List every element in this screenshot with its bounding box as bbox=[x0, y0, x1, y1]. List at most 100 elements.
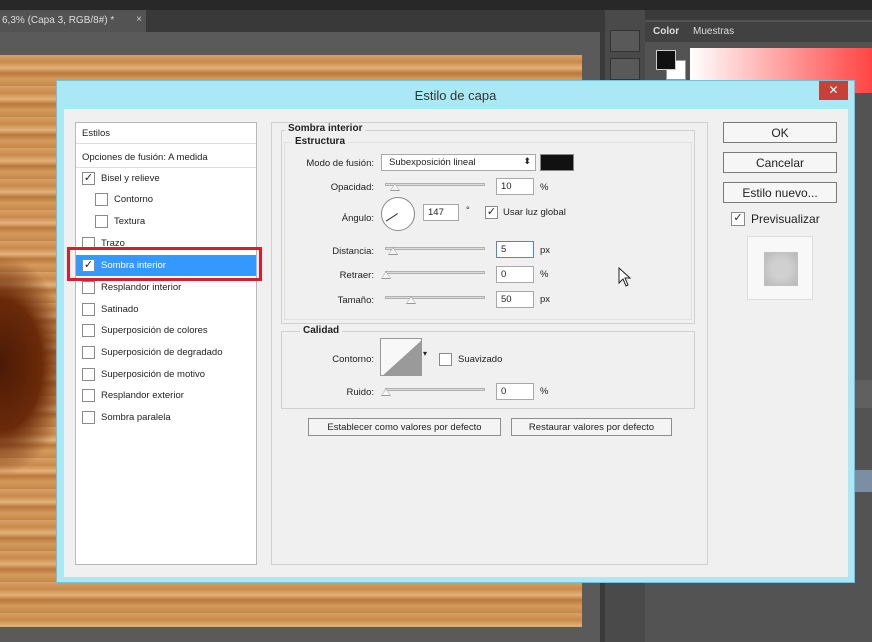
blend-options-item[interactable]: Opciones de fusión: A medida bbox=[76, 147, 256, 168]
noise-slider[interactable] bbox=[385, 388, 485, 391]
dialog-body: Estilos Opciones de fusión: A medida ✓ B… bbox=[64, 109, 848, 577]
color-overlay-checkbox[interactable] bbox=[82, 324, 95, 337]
inner-glow-checkbox[interactable] bbox=[82, 281, 95, 294]
outer-glow-checkbox[interactable] bbox=[82, 389, 95, 402]
size-slider-knob[interactable] bbox=[406, 296, 416, 304]
select-arrow-icon: ⬍ bbox=[523, 156, 531, 166]
style-item-bevel[interactable]: ✓ Bisel y relieve bbox=[76, 168, 256, 189]
close-icon[interactable]: × bbox=[136, 14, 142, 25]
new-style-button[interactable]: Estilo nuevo... bbox=[723, 182, 837, 203]
blend-mode-value: Subexposición lineal bbox=[389, 157, 476, 168]
choke-label: Retraer: bbox=[339, 270, 374, 281]
antialias-label: Suavizado bbox=[458, 354, 503, 365]
texture-checkbox[interactable] bbox=[95, 215, 108, 228]
distance-input[interactable]: 5 bbox=[496, 241, 534, 258]
shadow-color-swatch[interactable] bbox=[540, 154, 574, 171]
tab-color[interactable]: Color bbox=[653, 26, 679, 37]
close-icon[interactable]: ✕ bbox=[819, 81, 848, 100]
style-item-gradient-overlay[interactable]: Superposición de degradado bbox=[76, 342, 256, 363]
style-item-texture[interactable]: Textura bbox=[76, 211, 256, 232]
style-item-color-overlay[interactable]: Superposición de colores bbox=[76, 320, 256, 341]
section-title: Sombra interior bbox=[285, 123, 366, 134]
style-item-pattern-overlay[interactable]: Superposición de motivo bbox=[76, 364, 256, 385]
mouse-cursor-icon bbox=[618, 267, 632, 287]
opacity-input[interactable]: 10 bbox=[496, 178, 534, 195]
angle-input[interactable]: 147 bbox=[423, 204, 459, 221]
ok-button[interactable]: OK bbox=[723, 122, 837, 143]
preview-label: Previsualizar bbox=[751, 212, 820, 226]
opacity-slider-knob[interactable] bbox=[390, 183, 400, 191]
bevel-checkbox[interactable]: ✓ bbox=[82, 172, 95, 185]
preview-checkbox[interactable]: ✓ bbox=[731, 212, 745, 226]
satin-checkbox[interactable] bbox=[82, 303, 95, 316]
style-item-contour[interactable]: Contorno bbox=[76, 189, 256, 210]
history-icon[interactable] bbox=[610, 30, 640, 52]
cancel-button[interactable]: Cancelar bbox=[723, 152, 837, 173]
color-panel-tabs: Color Muestras bbox=[645, 22, 872, 42]
choke-unit: % bbox=[540, 269, 549, 280]
style-item-label: Superposición de colores bbox=[101, 325, 208, 336]
blend-mode-select[interactable]: Subexposición lineal ⬍ bbox=[381, 154, 536, 171]
set-default-button[interactable]: Establecer como valores por defecto bbox=[308, 418, 501, 436]
style-item-label: Resplandor interior bbox=[101, 282, 182, 293]
distance-unit: px bbox=[540, 245, 551, 256]
style-item-drop-shadow[interactable]: Sombra paralela bbox=[76, 407, 256, 428]
angle-dial-icon[interactable] bbox=[381, 197, 415, 231]
noise-unit: % bbox=[540, 386, 549, 397]
distance-label: Distancia: bbox=[332, 246, 374, 257]
contour-curve-icon bbox=[381, 339, 421, 375]
styles-list: Estilos Opciones de fusión: A medida ✓ B… bbox=[75, 122, 257, 565]
choke-slider[interactable] bbox=[385, 271, 485, 274]
layers-panel-edge bbox=[855, 470, 872, 492]
opacity-label: Opacidad: bbox=[330, 182, 374, 193]
angle-label: Ángulo: bbox=[341, 213, 374, 224]
antialias-checkbox[interactable] bbox=[439, 353, 452, 366]
quality-title: Calidad bbox=[300, 325, 343, 336]
pattern-overlay-checkbox[interactable] bbox=[82, 368, 95, 381]
size-unit: px bbox=[540, 294, 551, 305]
reset-default-button[interactable]: Restaurar valores por defecto bbox=[511, 418, 672, 436]
style-item-satin[interactable]: Satinado bbox=[76, 299, 256, 320]
chevron-down-icon[interactable]: ▾ bbox=[423, 349, 427, 358]
style-item-label: Satinado bbox=[101, 304, 139, 315]
style-item-label: Sombra paralela bbox=[101, 412, 171, 423]
style-preview bbox=[747, 236, 813, 300]
tab-swatches[interactable]: Muestras bbox=[693, 26, 734, 37]
noise-slider-knob[interactable] bbox=[381, 388, 391, 396]
opacity-slider[interactable] bbox=[385, 183, 485, 186]
size-slider[interactable] bbox=[385, 296, 485, 299]
menu-strip bbox=[0, 0, 872, 10]
drop-shadow-checkbox[interactable] bbox=[82, 411, 95, 424]
document-tab[interactable]: 6,3% (Capa 3, RGB/8#) * × bbox=[0, 10, 146, 32]
choke-slider-knob[interactable] bbox=[381, 271, 391, 279]
inner-shadow-settings: Sombra interior Estructura Modo de fusió… bbox=[271, 122, 708, 565]
style-item-label: Textura bbox=[114, 216, 146, 227]
global-light-label: Usar luz global bbox=[503, 207, 566, 218]
style-item-label: Bisel y relieve bbox=[101, 173, 160, 184]
contour-picker[interactable] bbox=[380, 338, 422, 376]
style-item-outer-glow[interactable]: Resplandor exterior bbox=[76, 385, 256, 406]
distance-slider-knob[interactable] bbox=[388, 247, 398, 255]
foreground-color-swatch[interactable] bbox=[656, 50, 676, 70]
angle-dial-needle bbox=[385, 213, 398, 222]
layers-panel-edge bbox=[855, 380, 872, 408]
style-item-label: Contorno bbox=[114, 194, 154, 205]
document-tab-title: 6,3% (Capa 3, RGB/8#) * bbox=[2, 15, 115, 26]
preview-swatch bbox=[764, 252, 798, 286]
photoshop-window: 6,3% (Capa 3, RGB/8#) * × Color Muestras… bbox=[0, 0, 872, 642]
structure-title: Estructura bbox=[292, 136, 349, 147]
noise-input[interactable]: 0 bbox=[496, 383, 534, 400]
opacity-unit: % bbox=[540, 182, 549, 193]
choke-input[interactable]: 0 bbox=[496, 266, 534, 283]
distance-slider[interactable] bbox=[385, 247, 485, 250]
gradient-overlay-checkbox[interactable] bbox=[82, 346, 95, 359]
panel-icon[interactable] bbox=[610, 58, 640, 80]
contour-checkbox[interactable] bbox=[95, 193, 108, 206]
angle-unit: ° bbox=[466, 205, 470, 216]
blend-mode-label: Modo de fusión: bbox=[306, 158, 374, 169]
tab-bar bbox=[146, 10, 606, 32]
dialog-title: Estilo de capa bbox=[414, 88, 497, 103]
styles-header[interactable]: Estilos bbox=[76, 123, 256, 144]
global-light-checkbox[interactable]: ✓ bbox=[485, 206, 498, 219]
size-input[interactable]: 50 bbox=[496, 291, 534, 308]
